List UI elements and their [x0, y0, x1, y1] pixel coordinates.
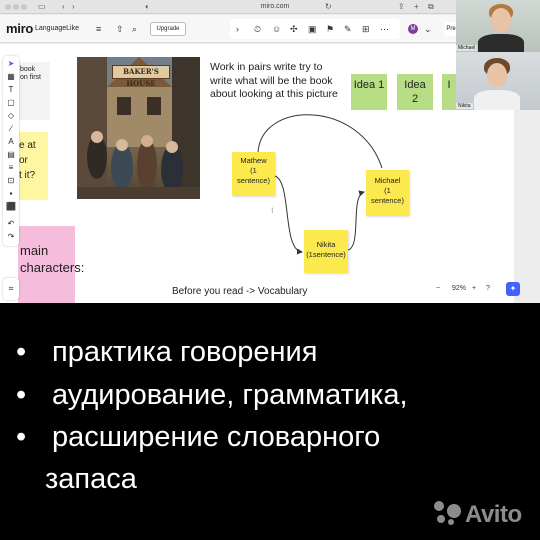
redo-icon[interactable]: ↷ — [3, 231, 19, 243]
apps-icon[interactable]: ▪ — [3, 188, 19, 200]
participant-name: Michael — [456, 45, 478, 51]
sticky-note-icon[interactable]: ▢ — [3, 97, 19, 109]
sticky-note-mathew[interactable]: Mathew (1 sentence) — [232, 152, 275, 196]
participant-name: Nikita — [456, 103, 473, 109]
connector-michael-to-mathew — [254, 114, 383, 169]
bullet-dot: • — [16, 336, 27, 368]
zoom-level[interactable]: 92% — [452, 281, 466, 297]
pen-tool-icon[interactable]: A — [3, 136, 19, 148]
more-tools-icon[interactable]: ⬛ — [3, 201, 19, 213]
list-item: • аудирование, грамматика, — [16, 377, 408, 413]
connector-nikita-to-michael — [347, 190, 365, 251]
creation-toolbar: ➤ ▦ T ▢ ◇ ∕ A ▤ ≡ ⊡ ▪ ⬛ ↶ ↷ — [3, 56, 19, 246]
list-item-continuation: запаса — [45, 463, 137, 495]
screen-share: ▭ ‹ › ◐ miro.com ↻ ⇪ + ⧉ miro LanguageLi… — [0, 0, 540, 303]
zoom-controls: − 92% + ? — [430, 281, 510, 297]
shapes-icon[interactable]: ◇ — [3, 110, 19, 122]
participant-shirt — [478, 34, 524, 52]
select-icon[interactable]: ➤ — [3, 58, 19, 70]
avito-wordmark: Avito — [465, 501, 522, 528]
sticky-note-nikita[interactable]: Nikita (1sentence) — [304, 230, 348, 273]
list-item-text: практика говорения — [52, 336, 318, 368]
frame-icon[interactable]: ≡ — [3, 162, 19, 174]
zoom-in-button[interactable]: + — [472, 281, 476, 297]
ai-assist-button[interactable]: ✦ — [506, 282, 520, 296]
avito-watermark: Avito — [434, 497, 534, 533]
participant-video-michael: Michael — [456, 0, 540, 52]
upload-icon[interactable]: ⊡ — [3, 175, 19, 187]
undo-icon[interactable]: ↶ — [3, 218, 19, 230]
sticky-note-michael[interactable]: Michael (1 sentence) — [366, 170, 409, 216]
board-grid-icon[interactable]: ⌗ — [3, 278, 19, 300]
list-item-text: расширение словарного — [52, 421, 381, 453]
comment-icon[interactable]: ▤ — [3, 149, 19, 161]
help-icon[interactable]: ? — [486, 281, 490, 297]
connection-line-icon[interactable]: ∕ — [3, 123, 19, 135]
bullet-dot: • — [16, 379, 27, 411]
participant-face — [487, 63, 507, 87]
bullet-dot: • — [16, 421, 27, 453]
participant-shirt — [474, 90, 520, 110]
avito-logo-icon — [434, 501, 462, 529]
list-item-text: аудирование, грамматика, — [52, 379, 408, 411]
connector-mathew-to-nikita — [274, 175, 303, 255]
templates-icon[interactable]: ▦ — [3, 71, 19, 83]
zoom-out-button[interactable]: − — [436, 281, 440, 297]
vocabulary-caption[interactable]: Before you read -> Vocabulary — [172, 286, 307, 297]
list-item: • практика говорения — [16, 334, 317, 370]
participant-face — [491, 8, 511, 32]
text-icon[interactable]: T — [3, 84, 19, 96]
list-item: • расширение словарного — [16, 419, 380, 455]
text-cursor-icon: ⁝ — [271, 206, 274, 215]
participant-video-nikita: Nikita — [456, 52, 540, 110]
